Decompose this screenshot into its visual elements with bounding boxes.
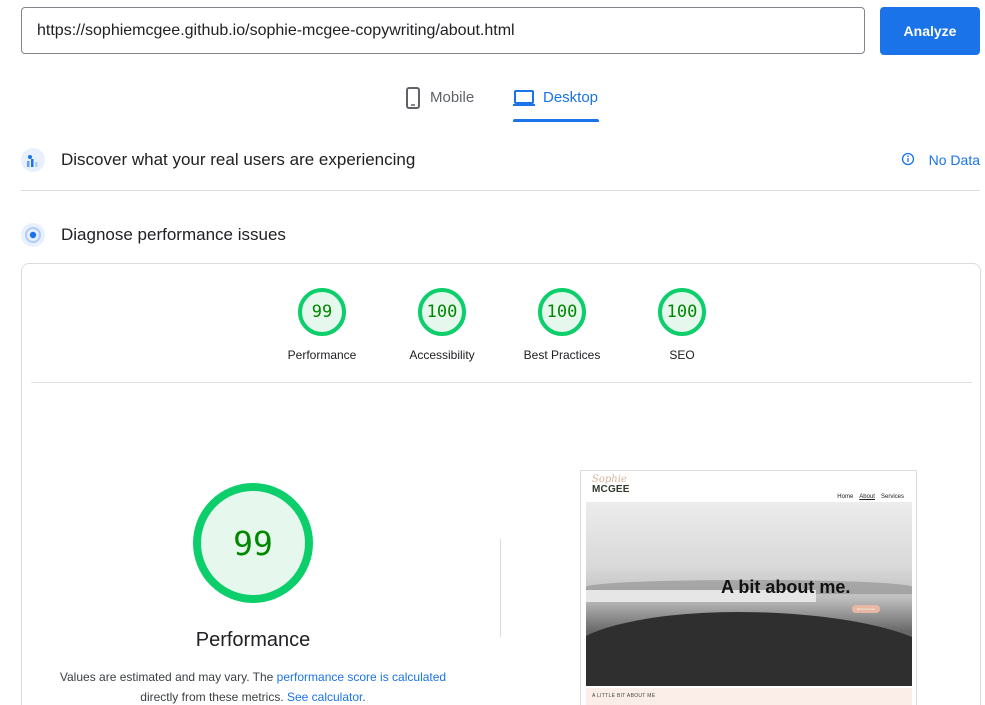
crux-title: Discover what your real users are experi… xyxy=(61,150,416,169)
analyze-button[interactable]: Analyze xyxy=(880,7,980,55)
score-gauge-accessibility[interactable]: 100 Accessibility xyxy=(382,288,502,362)
tab-mobile-label: Mobile xyxy=(430,89,475,106)
lighthouse-report-card: 99 Performance 100 Accessibility 100 Bes… xyxy=(21,263,981,705)
score-value: 99 xyxy=(298,288,346,336)
laptop-icon xyxy=(513,84,535,112)
site-subhead-band: A LITTLE BIT ABOUT ME xyxy=(586,688,912,705)
note-text: directly from these metrics. xyxy=(140,690,287,704)
hero-title: A bit about me. xyxy=(721,577,851,597)
hero-foreground xyxy=(586,612,912,686)
score-value: 100 xyxy=(538,288,586,336)
no-data-indicator[interactable]: No Data xyxy=(901,152,980,169)
final-screenshot-preview: Sophie MCGEE Home About Services A bit a… xyxy=(580,470,917,705)
site-nav-item: About xyxy=(859,494,875,500)
score-label: Best Practices xyxy=(523,348,601,362)
score-label: Accessibility xyxy=(409,348,475,362)
score-label: Performance xyxy=(287,348,357,362)
score-gauge-performance[interactable]: 99 Performance xyxy=(262,288,382,362)
tab-desktop[interactable]: Desktop xyxy=(513,84,598,122)
users-chart-icon xyxy=(21,148,45,172)
note-text: Values are estimated and may vary. The xyxy=(59,670,277,684)
url-input[interactable] xyxy=(21,7,865,54)
site-hero-image: A bit about me. Find out more xyxy=(586,502,912,686)
score-gauge-seo[interactable]: 100 SEO xyxy=(622,288,742,362)
performance-score-gauge: 99 xyxy=(193,483,313,603)
hero-button: Find out more xyxy=(852,605,880,613)
site-nav-item: Services xyxy=(880,494,904,500)
tab-selected-indicator xyxy=(513,119,599,122)
see-calculator-link[interactable]: See calculator xyxy=(287,690,362,704)
lighthouse-icon xyxy=(21,223,45,247)
tab-mobile[interactable]: Mobile xyxy=(404,84,474,122)
performance-title: Performance xyxy=(195,629,311,651)
score-value: 100 xyxy=(658,288,706,336)
section-divider xyxy=(21,190,980,191)
vertical-divider xyxy=(500,539,501,637)
note-text: . xyxy=(362,690,366,704)
site-nav-item: Home xyxy=(837,494,854,500)
score-calculated-link[interactable]: performance score is calculated xyxy=(277,670,446,684)
score-gauge-best-practices[interactable]: 100 Best Practices xyxy=(502,288,622,362)
score-label: SEO xyxy=(669,348,695,362)
site-nav: Home About Services xyxy=(837,494,904,500)
gauges-divider xyxy=(31,382,972,383)
site-logo: Sophie MCGEE xyxy=(592,475,632,495)
performance-note: Values are estimated and may vary. The p… xyxy=(52,667,454,705)
logo-text: MCGEE xyxy=(592,484,630,495)
site-subhead: A LITTLE BIT ABOUT ME xyxy=(592,693,656,699)
phone-icon xyxy=(404,84,422,112)
tab-desktop-label: Desktop xyxy=(543,89,599,106)
no-data-label: No Data xyxy=(928,152,980,168)
crux-section-header: Discover what your real users are experi… xyxy=(21,145,980,175)
info-icon xyxy=(901,152,915,169)
diagnose-title: Diagnose performance issues xyxy=(61,225,286,244)
score-value: 100 xyxy=(418,288,466,336)
diagnose-section-header: Diagnose performance issues xyxy=(21,220,980,250)
